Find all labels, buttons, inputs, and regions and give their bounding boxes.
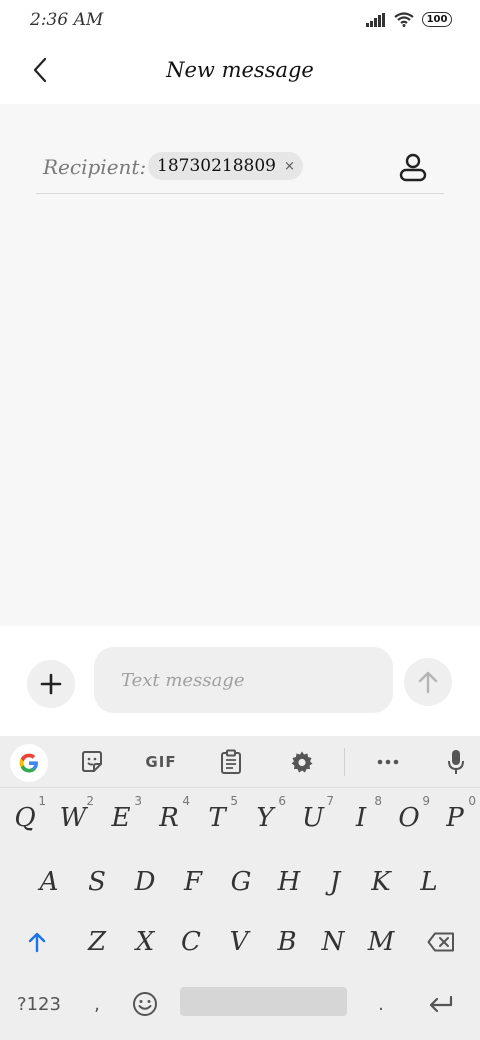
more-icon	[377, 759, 399, 765]
status-time: 2:36 AM	[30, 10, 104, 30]
key-m[interactable]: M	[358, 916, 404, 968]
google-button[interactable]	[10, 744, 48, 782]
message-content-area: Recipient: 18730218809 ×	[0, 104, 480, 626]
sticker-button[interactable]	[76, 744, 108, 780]
wifi-icon	[394, 12, 414, 27]
recipient-label: Recipient:	[43, 155, 147, 179]
key-r[interactable]: R4	[146, 792, 192, 844]
symbols-key[interactable]: ?123	[8, 978, 70, 1030]
clipboard-button[interactable]	[216, 744, 246, 780]
header: New message	[0, 42, 480, 104]
key-d[interactable]: D	[122, 856, 168, 908]
sticker-icon	[82, 751, 102, 772]
key-y[interactable]: Y6	[242, 792, 288, 844]
key-s[interactable]: S	[74, 856, 120, 908]
key-u[interactable]: U7	[290, 792, 336, 844]
key-z[interactable]: Z	[74, 916, 120, 968]
key-q[interactable]: Q1	[2, 792, 48, 844]
emoji-icon	[133, 992, 157, 1016]
key-w[interactable]: W2	[50, 792, 96, 844]
backspace-icon	[427, 932, 454, 952]
recipient-chip[interactable]: 18730218809 ×	[148, 152, 303, 180]
key-a[interactable]: A	[26, 856, 72, 908]
signal-icon	[366, 12, 385, 27]
contact-icon	[399, 153, 427, 182]
mic-icon	[448, 750, 464, 774]
status-bar: 2:36 AM 100	[0, 0, 480, 42]
key-l[interactable]: L	[406, 856, 452, 908]
key-g[interactable]: G	[218, 856, 264, 908]
plus-icon	[40, 673, 62, 695]
enter-icon	[429, 995, 453, 1013]
send-arrow-icon	[418, 671, 438, 694]
recipient-row: Recipient: 18730218809 ×	[36, 142, 444, 194]
comma-label: ,	[94, 993, 100, 1015]
gear-icon	[291, 751, 313, 773]
google-icon	[19, 753, 38, 773]
add-attachment-button[interactable]	[27, 660, 75, 708]
page-title: New message	[166, 58, 314, 82]
key-t[interactable]: T5	[194, 792, 240, 844]
send-button[interactable]	[404, 658, 452, 706]
period-label: .	[378, 993, 384, 1015]
emoji-key[interactable]	[122, 978, 168, 1030]
keyboard-toolbar: GIF	[0, 736, 480, 788]
key-row-2: A S D F G H J K L	[0, 856, 480, 914]
key-o[interactable]: O9	[386, 792, 432, 844]
gif-label: GIF	[145, 753, 177, 771]
contact-picker-button[interactable]	[398, 152, 428, 182]
key-row-3: Z X C V B N M	[0, 916, 480, 974]
key-f[interactable]: F	[170, 856, 216, 908]
period-key[interactable]: .	[358, 978, 404, 1030]
space-bar[interactable]	[180, 987, 347, 1016]
key-row-1: Q1 W2 E3 R4 T5 Y6 U7 I8 O9 P0	[0, 792, 480, 850]
gif-button[interactable]: GIF	[140, 744, 182, 780]
shift-key[interactable]	[14, 916, 60, 968]
battery-icon: 100	[422, 12, 452, 27]
voice-input-button[interactable]	[442, 744, 470, 780]
key-x[interactable]: X	[122, 916, 168, 968]
key-c[interactable]: C	[168, 916, 214, 968]
key-k[interactable]: K	[358, 856, 404, 908]
backspace-key[interactable]	[418, 916, 464, 968]
symbols-label: ?123	[17, 993, 61, 1015]
key-n[interactable]: N	[310, 916, 356, 968]
shift-arrow-icon	[28, 932, 46, 953]
key-i[interactable]: I8	[338, 792, 384, 844]
compose-bar	[0, 626, 480, 736]
key-j[interactable]: J	[312, 856, 358, 908]
battery-level: 100	[426, 14, 448, 25]
recipient-chip-value: 18730218809	[157, 156, 276, 176]
comma-key[interactable]: ,	[74, 978, 120, 1030]
enter-key[interactable]	[418, 978, 464, 1030]
key-row-bottom: ?123 , .	[0, 978, 480, 1036]
clipboard-icon	[221, 749, 241, 774]
key-h[interactable]: H	[266, 856, 312, 908]
keyboard: GIF Q 1 W 2 E 3 R 4 T 5 Y 6 U 7 I 8 O 9 …	[0, 736, 480, 1040]
chip-remove-icon[interactable]: ×	[284, 159, 295, 174]
key-v[interactable]: V	[216, 916, 262, 968]
text-message-input[interactable]	[94, 647, 393, 713]
key-b[interactable]: B	[264, 916, 310, 968]
keyboard-settings-button[interactable]	[286, 744, 318, 780]
status-icons: 100	[366, 12, 452, 27]
key-e[interactable]: E3	[98, 792, 144, 844]
key-p[interactable]: P0	[432, 792, 478, 844]
more-options-button[interactable]	[372, 744, 404, 780]
toolbar-divider	[344, 748, 345, 776]
